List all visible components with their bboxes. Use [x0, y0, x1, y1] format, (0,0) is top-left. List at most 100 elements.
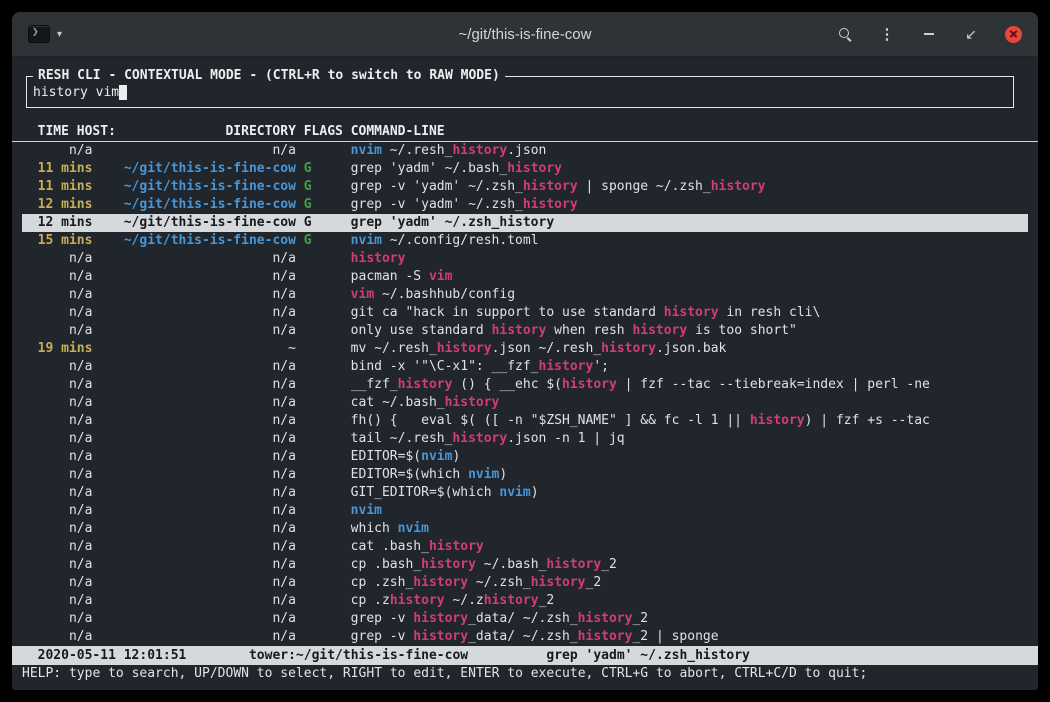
row-location: n/a	[92, 484, 295, 502]
row-location: n/a	[92, 412, 295, 430]
row-flags	[304, 466, 343, 484]
search-icon	[838, 27, 852, 41]
row-command: grep -v 'yadm' ~/.zsh_history | sponge ~…	[351, 178, 1028, 196]
history-row[interactable]: n/an/anvim ~/.resh_history.json	[22, 142, 1028, 160]
history-row[interactable]: n/an/awhich nvim	[22, 520, 1028, 538]
history-row[interactable]: n/an/aEDITOR=$(nvim)	[22, 448, 1028, 466]
history-row[interactable]: n/an/ahistory	[22, 250, 1028, 268]
row-time: n/a	[22, 520, 92, 538]
command-segment: grep -v	[351, 629, 414, 644]
row-time: n/a	[22, 286, 92, 304]
terminal-window: ▾ ~/git/this-is-fine-cow ⋮ ↙ RESH CLI - …	[12, 12, 1038, 690]
history-row[interactable]: n/an/atail ~/.resh_history.json -n 1 | j…	[22, 430, 1028, 448]
history-row[interactable]: n/an/agit ca "hack in support to use sta…	[22, 304, 1028, 322]
history-row[interactable]: n/an/acat .bash_history	[22, 538, 1028, 556]
history-row[interactable]: n/an/agrep -v history_data/ ~/.zsh_histo…	[22, 628, 1028, 646]
history-row[interactable]: n/an/aGIT_EDITOR=$(which nvim)	[22, 484, 1028, 502]
row-time: 15 mins	[22, 232, 92, 250]
restore-button[interactable]: ↙	[962, 25, 980, 43]
command-segment: history	[539, 359, 594, 374]
command-segment: history	[351, 251, 406, 266]
history-row[interactable]: n/an/a vim ~/.bashhub/config	[22, 286, 1028, 304]
row-command: nvim ~/.config/resh.toml	[351, 232, 1028, 250]
minimize-button[interactable]	[920, 25, 938, 43]
history-row[interactable]: n/an/anvim	[22, 502, 1028, 520]
row-location: ~/git/this-is-fine-cow	[92, 160, 295, 178]
row-command: nvim	[351, 502, 1028, 520]
history-row[interactable]: n/an/abind -x '"\C-x1": __fzf_history';	[22, 358, 1028, 376]
history-row[interactable]: n/an/acp .zsh_history ~/.zsh_history_2	[22, 574, 1028, 592]
command-segment: history	[578, 629, 633, 644]
row-location: n/a	[92, 556, 295, 574]
row-location: n/a	[92, 358, 295, 376]
history-row[interactable]: n/an/acp .zhistory ~/.zhistory_2	[22, 592, 1028, 610]
row-flags: G	[304, 214, 343, 232]
row-time: 12 mins	[22, 214, 92, 232]
history-row[interactable]: 11 mins~/git/this-is-fine-cowGgrep 'yadm…	[22, 160, 1028, 178]
command-segment: history	[413, 611, 468, 626]
row-command: cp .bash_history ~/.bash_history_2	[351, 556, 1028, 574]
row-flags	[304, 610, 343, 628]
text-cursor	[119, 85, 127, 100]
history-table-header: TIME HOST: DIRECTORY FLAGS COMMAND-LINE	[12, 123, 1038, 142]
command-segment: | fzf --tac --tiebreak=index | perl -ne	[617, 377, 930, 392]
row-flags	[304, 286, 343, 304]
command-segment: EDITOR=$(which	[351, 467, 468, 482]
row-location: n/a	[92, 610, 295, 628]
selected-entry-statusbar: 2020-05-11 12:01:51 tower:~/git/this-is-…	[12, 646, 1038, 665]
search-button[interactable]	[836, 25, 854, 43]
history-row[interactable]: n/an/apacman -S vim	[22, 268, 1028, 286]
row-time: n/a	[22, 466, 92, 484]
command-segment: __fzf_	[351, 377, 398, 392]
history-row[interactable]: 12 mins~/git/this-is-fine-cowGgrep -v 'y…	[22, 196, 1028, 214]
status-command: grep 'yadm' ~/.zsh_history	[546, 647, 750, 665]
row-command: nvim ~/.resh_history.json	[351, 142, 1028, 160]
command-segment: grep -v 'yadm' ~/.zsh_	[351, 179, 523, 194]
profile-caret-icon[interactable]: ▾	[57, 29, 62, 40]
menu-kebab-icon: ⋮	[880, 27, 895, 42]
history-row[interactable]: 15 mins~/git/this-is-fine-cowGnvim ~/.co…	[22, 232, 1028, 250]
history-row[interactable]: n/an/a__fzf_history () { __ehc $(history…	[22, 376, 1028, 394]
history-row-selected[interactable]: 12 mins~/git/this-is-fine-cowGgrep 'yadm…	[22, 214, 1028, 232]
row-location: n/a	[92, 466, 295, 484]
command-segment: grep 'yadm' ~/.bash_	[351, 161, 508, 176]
row-time: n/a	[22, 574, 92, 592]
command-segment: tail ~/.resh_	[351, 431, 453, 446]
command-segment: grep -v 'yadm' ~/.zsh_	[351, 197, 523, 212]
search-query-input[interactable]: history vim	[33, 84, 1007, 102]
command-segment: ~/.bashhub/config	[374, 287, 515, 302]
row-command: grep -v history_data/ ~/.zsh_history_2 |…	[351, 628, 1028, 646]
row-time: n/a	[22, 250, 92, 268]
close-button[interactable]	[1004, 25, 1022, 43]
menu-button[interactable]: ⋮	[878, 25, 896, 43]
command-segment: ~/.resh_	[382, 143, 452, 158]
command-segment: which	[351, 521, 398, 536]
command-segment: when resh	[546, 323, 632, 338]
row-command: vim ~/.bashhub/config	[351, 286, 1028, 304]
row-location: n/a	[92, 430, 295, 448]
command-segment: _2	[586, 575, 602, 590]
row-flags	[304, 484, 343, 502]
row-flags	[304, 574, 343, 592]
history-row[interactable]: n/an/aEDITOR=$(which nvim)	[22, 466, 1028, 484]
profile-dropdown-button[interactable]: ▾	[28, 25, 218, 43]
row-location: n/a	[92, 304, 295, 322]
row-flags: G	[304, 178, 343, 196]
command-segment: () { __ehc $(	[452, 377, 562, 392]
history-row[interactable]: 11 mins~/git/this-is-fine-cowGgrep -v 'y…	[22, 178, 1028, 196]
history-row[interactable]: n/an/afh() { eval $( ([ -n "$ZSH_NAME" ]…	[22, 412, 1028, 430]
command-segment: vim	[351, 287, 374, 302]
command-segment: .json.bak	[656, 341, 726, 356]
history-row[interactable]: n/an/acp .bash_history ~/.bash_history_2	[22, 556, 1028, 574]
command-segment: _2	[539, 593, 555, 608]
history-row[interactable]: n/an/acat ~/.bash_history	[22, 394, 1028, 412]
command-segment: | sponge ~/.zsh_	[578, 179, 711, 194]
row-location: n/a	[92, 286, 295, 304]
row-location: n/a	[92, 574, 295, 592]
history-row[interactable]: n/an/aonly use standard history when res…	[22, 322, 1028, 340]
row-flags	[304, 340, 343, 358]
command-segment: history	[523, 179, 578, 194]
history-row[interactable]: 19 mins~mv ~/.resh_history.json ~/.resh_…	[22, 340, 1028, 358]
history-row[interactable]: n/an/agrep -v history_data/ ~/.zsh_histo…	[22, 610, 1028, 628]
command-segment: )	[452, 449, 460, 464]
